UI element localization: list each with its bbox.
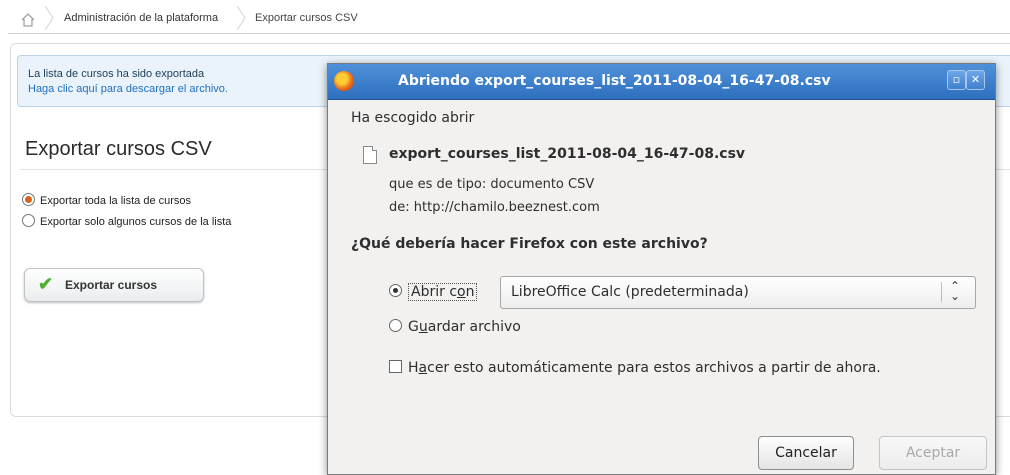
cancel-button[interactable]: Cancelar [758, 436, 854, 470]
radio-selected-icon[interactable] [389, 284, 402, 297]
radio-selected-icon[interactable] [22, 193, 35, 206]
file-name: export_courses_list_2011-08-04_16-47-08.… [389, 146, 746, 162]
firefox-icon [334, 71, 354, 91]
breadcrumb-item-current: Exportar cursos CSV [255, 12, 358, 24]
dialog-title: Abriendo export_courses_list_2011-08-04_… [398, 73, 831, 89]
dialog-titlebar[interactable]: Abriendo export_courses_list_2011-08-04_… [328, 64, 995, 100]
option-export-some[interactable]: Exportar solo algunos cursos de la lista [22, 214, 231, 228]
option-export-all[interactable]: Exportar toda la lista de cursos [22, 193, 191, 207]
select-arrows-icon: ⌃ ⌄ [950, 279, 961, 303]
save-file-label: Guardar archivo [408, 319, 521, 335]
save-file-radio[interactable]: Guardar archivo [389, 319, 521, 335]
application-select[interactable]: LibreOffice Calc (predeterminada) ⌃ ⌄ [500, 276, 976, 309]
auto-action-label: Hacer esto automáticamente para estos ar… [408, 360, 881, 376]
download-link[interactable]: Haga clic aquí para descargar el archivo… [28, 83, 228, 95]
radio-unselected-icon[interactable] [22, 214, 35, 227]
file-source: de: http://chamilo.beeznest.com [389, 200, 600, 215]
action-question: ¿Qué debería hacer Firefox con este arch… [351, 236, 708, 252]
breadcrumb: Administración de la plataforma Exportar… [8, 6, 1010, 34]
select-divider [941, 282, 942, 302]
maximize-icon[interactable]: ▫ [947, 70, 966, 90]
chosen-label: Ha escogido abrir [351, 110, 475, 126]
notice-message: La lista de cursos ha sido exportada [28, 68, 205, 80]
page-title: Exportar cursos CSV [25, 138, 212, 160]
open-with-radio[interactable]: Abrir con [389, 283, 478, 301]
option-label: Exportar solo algunos cursos de la lista [40, 216, 232, 228]
open-with-label: Abrir con [408, 283, 478, 301]
radio-unselected-icon[interactable] [389, 319, 402, 332]
breadcrumb-separator-icon [236, 6, 246, 30]
accept-button[interactable]: Aceptar [879, 436, 987, 470]
auto-action-checkbox[interactable]: Hacer esto automáticamente para estos ar… [389, 360, 881, 376]
close-icon[interactable]: ✕ [966, 70, 985, 90]
checkmark-icon: ✔ [38, 274, 54, 294]
file-type: que es de tipo: documento CSV [389, 177, 595, 192]
file-icon [363, 146, 377, 164]
selected-application: LibreOffice Calc (predeterminada) [511, 284, 749, 300]
breadcrumb-separator-icon [44, 6, 54, 30]
button-label: Exportar cursos [65, 278, 158, 292]
export-courses-button[interactable]: ✔ Exportar cursos [24, 268, 204, 302]
home-icon[interactable] [20, 12, 36, 28]
open-file-dialog: Abriendo export_courses_list_2011-08-04_… [327, 63, 996, 475]
breadcrumb-item-admin[interactable]: Administración de la plataforma [64, 12, 218, 24]
option-label: Exportar toda la lista de cursos [40, 195, 192, 207]
checkbox-icon[interactable] [389, 360, 402, 373]
